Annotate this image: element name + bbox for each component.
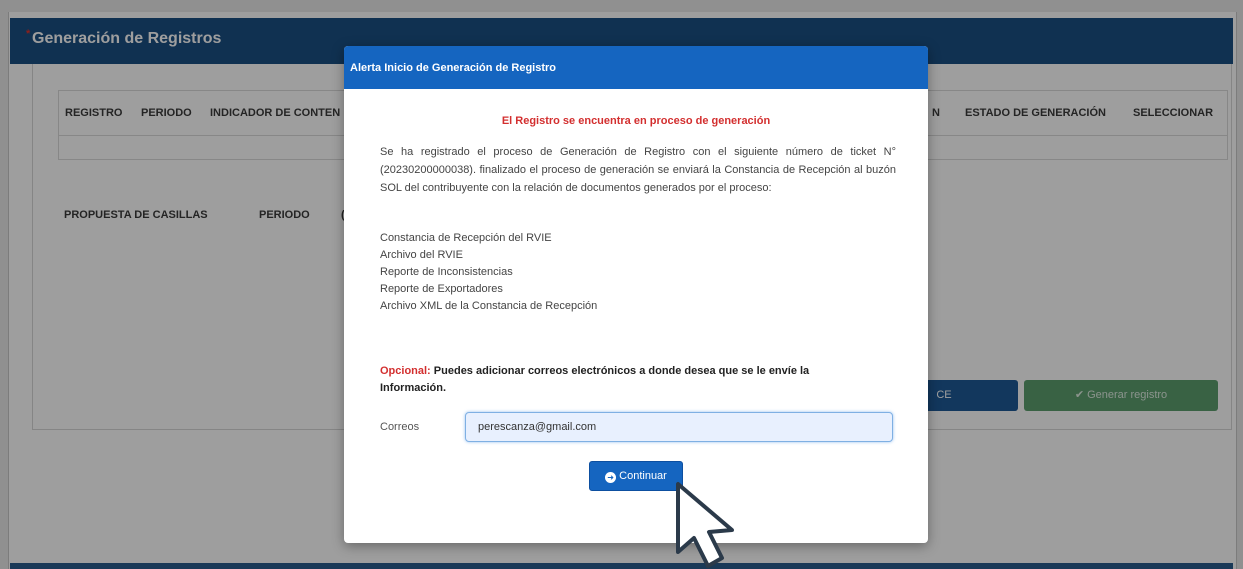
continue-button[interactable]: ➜ Continuar	[589, 461, 683, 491]
continue-label: Continuar	[619, 470, 667, 482]
optional-label: Opcional:	[380, 365, 431, 377]
email-input[interactable]	[465, 412, 893, 442]
document-item: Constancia de Recepción del RVIE	[380, 232, 552, 244]
optional-note: Opcional: Puedes adicionar correos elect…	[380, 363, 850, 397]
arrow-circle-right-icon: ➜	[605, 472, 617, 483]
modal-title: Alerta Inicio de Generación de Registro	[350, 62, 556, 74]
email-label: Correos	[380, 421, 420, 433]
document-list: Constancia de Recepción del RVIE Archivo…	[380, 230, 780, 315]
document-item: Archivo del RVIE	[380, 249, 463, 261]
modal-description: Se ha registrado el proceso de Generació…	[380, 146, 896, 194]
document-item: Reporte de Inconsistencias	[380, 266, 513, 278]
document-item: Reporte de Exportadores	[380, 283, 503, 295]
document-item: Archivo XML de la Constancia de Recepció…	[380, 300, 598, 312]
mouse-pointer-icon	[676, 482, 734, 568]
modal-header: Alerta Inicio de Generación de Registro	[344, 46, 928, 89]
optional-text: Puedes adicionar correos electrónicos a …	[380, 365, 810, 394]
generation-alert-modal: Alerta Inicio de Generación de Registro …	[344, 46, 928, 543]
alert-heading: El Registro se encuentra en proceso de g…	[501, 115, 771, 127]
